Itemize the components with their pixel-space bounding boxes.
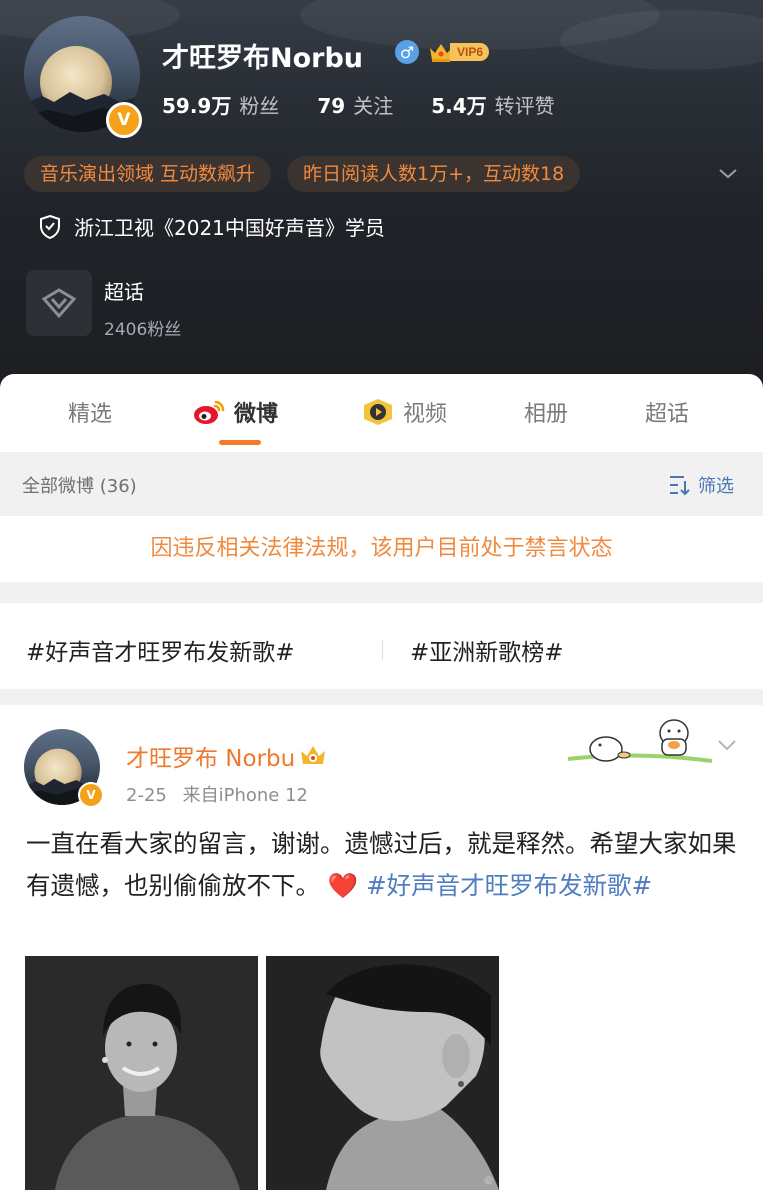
chevron-down-icon[interactable] [716,162,740,186]
video-channel-icon [364,399,392,425]
stat-interactions[interactable]: 5.4万 转评赞 [431,90,554,119]
male-gender-icon: ♂ [395,40,419,64]
post-photo-2[interactable]: ◎ [266,956,499,1190]
portrait-photo-smiling [25,956,258,1190]
certification-text: 浙江卫视《2021中国好声音》学员 [74,216,385,240]
hashtag-divider [382,640,383,660]
supertopic-fans: 2406粉丝 [104,320,182,340]
post-source: 来自iPhone 12 [182,785,308,806]
post-author[interactable]: 才旺罗布 Norbu [126,739,327,773]
weibo-logo-icon [194,400,225,424]
active-tab-indicator [219,440,261,445]
stat-following[interactable]: 79 关注 [317,90,393,119]
user-name: 才旺罗布Norbu [162,43,364,74]
hashtag-new-song[interactable]: #好声音才旺罗布发新歌# [26,633,295,667]
post-meta: 2-25 来自iPhone 12 [126,781,308,807]
background-cloud [560,10,763,70]
hashtag-asia-chart[interactable]: #亚洲新歌榜# [410,633,564,667]
supertopic-entry[interactable]: 超话 2406粉丝 [26,270,181,340]
post-hashtag-link[interactable]: #好声音才旺罗布发新歌# [366,871,652,900]
tab-video[interactable]: 视频 [360,396,447,428]
tab-supertopic[interactable]: 超话 [645,396,689,428]
post-date: 2-25 [126,785,167,806]
weibo-post: V 才旺罗布 Norbu 2-25 来自iPhone 12 一直在看大家的留言，… [0,705,763,1200]
filter-button[interactable]: 筛选 [668,472,734,498]
chevron-down-icon[interactable] [716,735,738,755]
tab-album[interactable]: 相册 [524,396,568,428]
post-avatar[interactable]: V [24,729,104,808]
tag-reads[interactable]: 昨日阅读人数1万+，互动数18 [287,156,581,192]
supertopic-title: 超话 [104,280,144,304]
all-posts-count[interactable]: 全部微博 (36) [22,472,137,498]
shield-check-icon [40,214,60,239]
heart-emoji: ❤️ [327,871,359,900]
profile-avatar[interactable]: V [24,16,142,138]
profile-tabs: 精选 微博 视频 相册 超话 [0,374,763,452]
verified-v-icon: V [78,782,104,808]
pinned-hashtags: #好声音才旺罗布发新歌# #亚洲新歌榜# [0,603,763,689]
vip-level: VIP6 [450,43,490,61]
photo-watermark: ◎ [484,1175,493,1186]
cartoon-decoration-image [567,719,713,763]
post-photo-1[interactable] [25,956,258,1190]
profile-stats: 59.9万 粉丝 79 关注 5.4万 转评赞 [162,90,593,119]
tab-weibo[interactable]: 微博 [192,396,278,428]
certification-row: 浙江卫视《2021中国好声音》学员 [38,212,385,241]
post-content: 一直在看大家的留言，谢谢。遗憾过后，就是释然。希望大家如果有遗憾，也别偷偷放不下… [26,829,737,900]
profile-tags: 音乐演出领域 互动数飙升 昨日阅读人数1万+，互动数18 [24,156,596,192]
ban-notice: 因违反相关法律法规，该用户目前处于禁言状态 [0,516,763,582]
filter-bar: 全部微博 (36) 筛选 [0,452,763,514]
stat-followers[interactable]: 59.9万 粉丝 [162,90,279,119]
supertopic-icon [26,270,92,336]
verified-v-icon: V [106,102,142,138]
tag-domain[interactable]: 音乐演出领域 互动数飙升 [24,156,272,192]
profile-header: V 才旺罗布Norbu ♂ VIP6 59.9万 粉丝 79 关注 5.4万 转评赞 … [0,0,763,400]
vip-crown-icon [301,746,326,764]
tab-featured[interactable]: 精选 [68,396,112,428]
portrait-photo-profile [266,956,499,1190]
vip-badge[interactable]: VIP6 [428,40,490,64]
filter-icon [670,476,690,496]
